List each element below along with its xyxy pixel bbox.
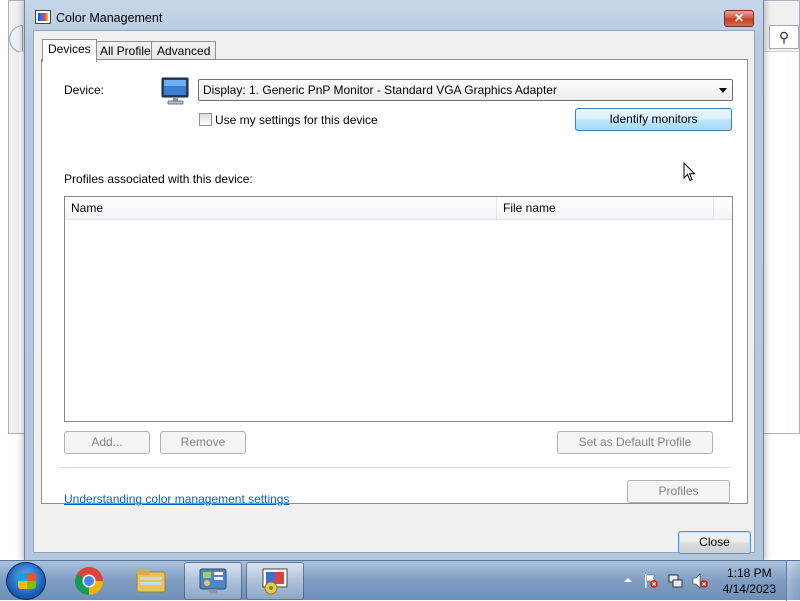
control-panel-icon	[199, 568, 227, 593]
profiles-button[interactable]: Profiles	[627, 480, 730, 503]
dialog-client-area: Devices All Profiles Advanced Device: Di…	[33, 30, 755, 554]
column-header-name[interactable]: Name	[65, 197, 497, 220]
windows-logo-icon	[18, 573, 36, 589]
tab-advanced[interactable]: Advanced	[151, 41, 217, 61]
add-button[interactable]: Add...	[64, 431, 150, 454]
taskbar-color-management[interactable]	[246, 562, 304, 600]
clock-time: 1:18 PM	[726, 566, 772, 580]
taskbar-control-panel[interactable]	[184, 562, 242, 600]
mouse-cursor-icon	[683, 162, 696, 182]
taskbar: 1:18 PM 4/14/2023	[0, 560, 800, 601]
color-management-dialog: Color Management ✕ Devices All Profiles …	[24, 0, 764, 562]
show-hidden-icons-icon[interactable]	[622, 574, 638, 590]
divider	[58, 467, 731, 468]
search-icon[interactable]: ⚲	[769, 25, 799, 49]
profiles-list-header: Name File name	[65, 197, 732, 220]
set-default-profile-button[interactable]: Set as Default Profile	[557, 431, 713, 454]
show-desktop-button[interactable]	[786, 561, 800, 601]
device-label: Device:	[64, 83, 105, 97]
device-select[interactable]: Display: 1. Generic PnP Monitor - Standa…	[198, 79, 733, 101]
close-window-button[interactable]: ✕	[724, 10, 754, 27]
taskbar-chrome[interactable]	[60, 562, 118, 600]
volume-muted-icon[interactable]	[692, 573, 708, 589]
clock[interactable]: 1:18 PM 4/14/2023	[723, 565, 776, 597]
remove-button[interactable]: Remove	[160, 431, 246, 454]
monitor-icon	[161, 77, 189, 105]
close-button[interactable]: Close	[678, 531, 751, 554]
clock-date: 4/14/2023	[722, 582, 776, 596]
network-icon[interactable]	[668, 573, 684, 589]
chrome-icon	[75, 567, 103, 595]
tab-devices[interactable]: Devices	[42, 39, 97, 62]
profiles-associated-label: Profiles associated with this device:	[64, 172, 253, 186]
action-center-flag-icon[interactable]	[643, 573, 659, 589]
window-title: Color Management	[56, 11, 163, 25]
start-button[interactable]	[6, 562, 46, 600]
identify-monitors-button[interactable]: Identify monitors	[575, 108, 732, 131]
device-select-value: Display: 1. Generic PnP Monitor - Standa…	[203, 83, 557, 97]
explorer-folder-icon	[136, 570, 166, 593]
understanding-color-management-link[interactable]: Understanding color management settings	[64, 492, 289, 506]
use-my-settings-checkbox[interactable]	[199, 113, 212, 126]
taskbar-explorer[interactable]	[122, 562, 180, 600]
color-management-icon	[262, 568, 288, 595]
column-header-file-name[interactable]: File name	[497, 197, 714, 220]
color-management-icon	[35, 10, 51, 24]
chevron-down-icon[interactable]	[719, 88, 727, 93]
use-my-settings-label[interactable]: Use my settings for this device	[215, 113, 378, 127]
profiles-list[interactable]: Name File name	[64, 196, 733, 422]
devices-tab-panel: Device: Display: 1. Generic PnP Monitor …	[41, 59, 748, 506]
back-button-edge[interactable]	[9, 25, 23, 53]
